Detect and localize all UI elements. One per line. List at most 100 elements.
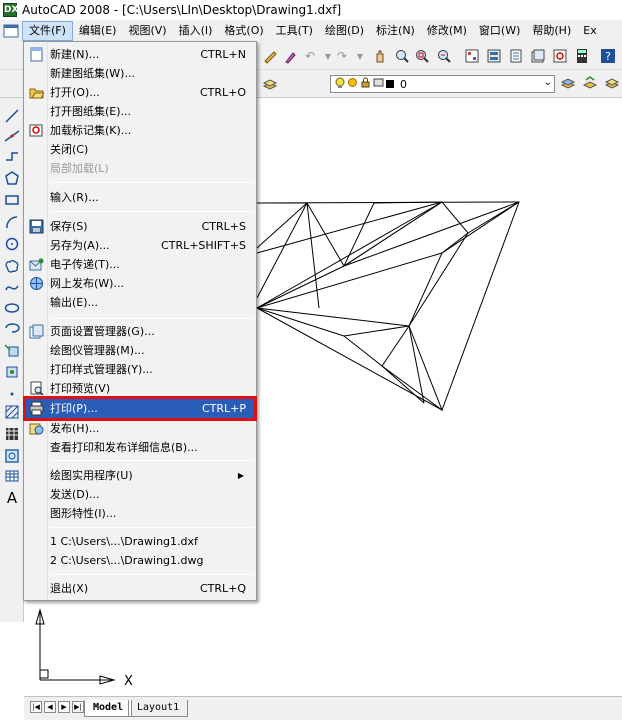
- prev-tab-button[interactable]: ◀: [44, 701, 56, 713]
- insert-block-icon[interactable]: [4, 342, 20, 358]
- menu-help[interactable]: 帮助(H): [526, 21, 577, 41]
- help-icon[interactable]: ?: [600, 48, 616, 64]
- menu-item-view-plot-details[interactable]: 查看打印和发布详细信息(B)...: [26, 438, 254, 457]
- etransmit-icon: [28, 256, 45, 273]
- menu-item-recent-file-1[interactable]: 1 C:\Users\...\Drawing1.dxf: [26, 532, 254, 551]
- sun-icon: [347, 77, 358, 91]
- design-center-icon[interactable]: [486, 48, 502, 64]
- zoom-window-icon[interactable]: [414, 48, 430, 64]
- next-tab-button[interactable]: ▶: [58, 701, 70, 713]
- menu-item-plot[interactable]: 打印(P)... CTRL+P: [23, 396, 257, 421]
- ellipse-icon[interactable]: [4, 300, 20, 316]
- polyline-icon[interactable]: [4, 148, 20, 164]
- layer-previous-icon[interactable]: [582, 76, 598, 92]
- tool-palettes-icon[interactable]: [508, 48, 524, 64]
- ellipse-arc-icon[interactable]: [4, 320, 20, 336]
- menu-file[interactable]: 文件(F): [22, 21, 73, 41]
- menu-item-export[interactable]: 输出(E)...: [26, 293, 254, 312]
- ucs-icon: [35, 608, 116, 685]
- menu-item-import[interactable]: 输入(R)...: [26, 188, 254, 207]
- arc-icon[interactable]: [4, 214, 20, 230]
- tab-model[interactable]: Model: [84, 700, 133, 717]
- menu-item-recent-file-2[interactable]: 2 C:\Users\...\Drawing1.dwg: [26, 551, 254, 570]
- menu-edit[interactable]: 编辑(E): [73, 21, 123, 41]
- menu-format[interactable]: 格式(O): [218, 21, 269, 41]
- redo-icon[interactable]: ↷: [334, 48, 350, 64]
- region-icon[interactable]: [4, 448, 20, 464]
- menu-item-send[interactable]: 发送(D)...: [26, 485, 254, 504]
- menu-item-save-as[interactable]: 另存为(A)... CTRL+SHIFT+S: [26, 236, 254, 255]
- menu-item-drawing-properties[interactable]: 图形特性(I)...: [26, 504, 254, 523]
- menu-item-load-markup-set[interactable]: 加载标记集(K)...: [26, 121, 254, 140]
- markup-icon[interactable]: [552, 48, 568, 64]
- first-tab-button[interactable]: |◀: [30, 701, 42, 713]
- print-preview-icon: [28, 380, 45, 397]
- undo-icon[interactable]: ↶: [302, 48, 318, 64]
- layer-properties-icon[interactable]: [604, 76, 620, 92]
- file-menu-dropdown: 新建(N)... CTRL+N 新建图纸集(W)... 打开(O)... CTR…: [23, 41, 257, 601]
- menu-item-page-setup-manager[interactable]: 页面设置管理器(G)...: [26, 322, 254, 341]
- menu-dimension[interactable]: 标注(N): [370, 21, 421, 41]
- make-block-icon[interactable]: [4, 364, 20, 380]
- polygon-icon[interactable]: [4, 170, 20, 186]
- layer-control-dropdown[interactable]: 0 ⌄: [330, 75, 555, 93]
- menu-item-plot-preview[interactable]: 打印预览(V): [26, 379, 254, 398]
- last-tab-button[interactable]: ▶|: [72, 701, 84, 713]
- menu-express[interactable]: Ex: [577, 21, 602, 41]
- menu-item-close[interactable]: 关闭(C): [26, 140, 254, 159]
- tab-layout1[interactable]: Layout1: [128, 700, 189, 717]
- properties-icon[interactable]: [464, 48, 480, 64]
- calculator-icon[interactable]: [574, 48, 590, 64]
- menu-item-new-sheet-set[interactable]: 新建图纸集(W)...: [26, 64, 254, 83]
- menu-item-plot-style-manager[interactable]: 打印样式管理器(Y)...: [26, 360, 254, 379]
- revision-cloud-icon[interactable]: [4, 258, 20, 274]
- submenu-arrow-icon: ▶: [237, 471, 244, 480]
- pan-icon[interactable]: [372, 48, 388, 64]
- new-document-icon: [28, 46, 45, 63]
- brush-icon[interactable]: [282, 48, 298, 64]
- sheet-set-icon[interactable]: [530, 48, 546, 64]
- menu-item-exit[interactable]: 退出(X) CTRL+Q: [26, 579, 254, 598]
- menu-item-save[interactable]: 保存(S) CTRL+S: [26, 217, 254, 236]
- page-setup-icon: [28, 323, 45, 340]
- multiline-text-icon[interactable]: A: [4, 489, 20, 507]
- hatch-icon[interactable]: [4, 404, 20, 420]
- menu-item-open-sheet-set[interactable]: 打开图纸集(E)...: [26, 102, 254, 121]
- layer-state-icon[interactable]: [262, 76, 278, 92]
- menu-draw[interactable]: 绘图(D): [319, 21, 370, 41]
- menu-item-drawing-utilities[interactable]: 绘图实用程序(U) ▶: [26, 466, 254, 485]
- redo-dropdown-icon[interactable]: ▼: [352, 48, 368, 64]
- make-current-layer-icon[interactable]: [560, 76, 576, 92]
- publish-icon: [28, 420, 45, 437]
- menu-item-etransmit[interactable]: 电子传递(T)...: [26, 255, 254, 274]
- menu-item-partial-load: 局部加载(L): [50, 162, 109, 175]
- construction-line-icon[interactable]: [4, 128, 20, 144]
- line-icon[interactable]: [4, 108, 20, 124]
- spline-icon[interactable]: [4, 280, 20, 296]
- autocad-app-icon[interactable]: DX: [3, 3, 18, 17]
- match-properties-icon[interactable]: [262, 48, 278, 64]
- menu-tools[interactable]: 工具(T): [270, 21, 319, 41]
- menu-item-new[interactable]: 新建(N)... CTRL+N: [26, 45, 254, 64]
- plot-style-icon: [373, 77, 384, 91]
- zoom-previous-icon[interactable]: [436, 48, 452, 64]
- menu-view[interactable]: 视图(V): [122, 21, 172, 41]
- table-icon[interactable]: [4, 468, 20, 484]
- zoom-realtime-icon[interactable]: [394, 48, 410, 64]
- menu-item-publish[interactable]: 发布(H)...: [26, 419, 254, 438]
- chevron-down-icon[interactable]: ⌄: [544, 77, 552, 88]
- menu-window[interactable]: 窗口(W): [473, 21, 526, 41]
- layer-name: 0: [400, 77, 407, 91]
- menu-item-plotter-manager[interactable]: 绘图仪管理器(M)...: [26, 341, 254, 360]
- menu-modify[interactable]: 修改(M): [421, 21, 473, 41]
- rectangle-icon[interactable]: [4, 192, 20, 208]
- menu-item-publish-web[interactable]: 网上发布(W)...: [26, 274, 254, 293]
- menu-separator: [50, 574, 254, 575]
- menu-insert[interactable]: 插入(I): [173, 21, 219, 41]
- menu-separator: [50, 318, 254, 319]
- gradient-icon[interactable]: [4, 426, 20, 442]
- menu-item-open[interactable]: 打开(O)... CTRL+O: [26, 83, 254, 102]
- point-icon[interactable]: [4, 386, 20, 402]
- circle-icon[interactable]: [4, 236, 20, 252]
- document-menu-icon[interactable]: [0, 22, 22, 40]
